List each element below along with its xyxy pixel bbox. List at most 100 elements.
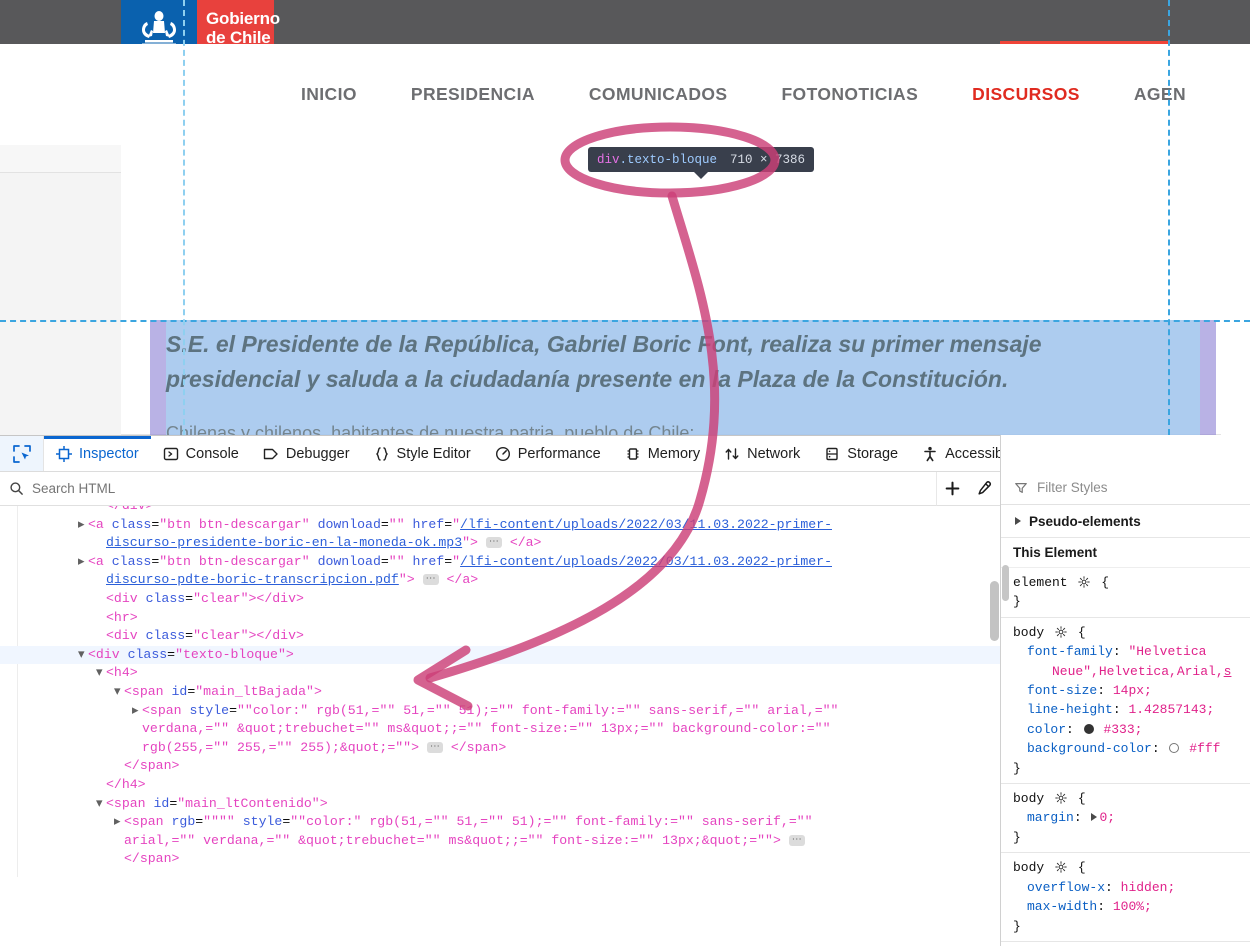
markup-line[interactable]: </span>: [0, 850, 1000, 869]
css-val-background-color[interactable]: #fff: [1189, 741, 1220, 756]
devtools-tab-list: Inspector Console Debugger: [44, 436, 1160, 471]
markup-line[interactable]: verdana,="" &quot;trebuchet="" ms&quot;;…: [0, 720, 1000, 739]
css-prop-max-width[interactable]: max-width: [1013, 897, 1097, 916]
markup-scrollbar[interactable]: [990, 581, 999, 641]
tab-console[interactable]: Console: [151, 436, 251, 471]
expand-text-icon[interactable]: ⋯: [486, 537, 502, 548]
markup-line[interactable]: <hr>: [0, 609, 1000, 628]
markup-line[interactable]: ▸<a class="btn btn-descargar" download="…: [0, 516, 1000, 535]
markup-view[interactable]: </div>▸<a class="btn btn-descargar" down…: [0, 506, 1000, 877]
css-val-color[interactable]: #333;: [1103, 722, 1142, 737]
nav-item-presidencia[interactable]: PRESIDENCIA: [384, 84, 562, 105]
gear-icon[interactable]: [1055, 626, 1067, 638]
pseudo-elements-label: Pseudo-elements: [1029, 514, 1141, 529]
tab-performance[interactable]: Performance: [483, 436, 613, 471]
filter-icon: [1014, 481, 1028, 495]
markup-line[interactable]: <div class="clear"></div>: [0, 590, 1000, 609]
css-selector-body-2: body: [1013, 791, 1044, 806]
css-prop-line-height[interactable]: line-height: [1013, 700, 1113, 719]
tooltip-tag-name: div: [597, 153, 620, 167]
css-val-overflow-x[interactable]: hidden;: [1121, 880, 1176, 895]
twisty-down-icon[interactable]: ▾: [96, 795, 106, 814]
nav-item-comunicados[interactable]: COMUNICADOS: [562, 84, 755, 105]
nav-item-agenda[interactable]: AGEN: [1107, 84, 1213, 105]
accessibility-icon: [922, 446, 938, 462]
twisty-down-icon[interactable]: ▾: [114, 683, 124, 702]
tab-style-editor-label: Style Editor: [397, 446, 471, 462]
expand-text-icon[interactable]: ⋯: [423, 574, 439, 585]
markup-line[interactable]: ▾<span id="main_ltBajada">: [0, 683, 1000, 702]
css-rule-body-html[interactable]: body, html {: [1001, 942, 1250, 946]
markup-line[interactable]: <div class="clear"></div>: [0, 627, 1000, 646]
twisty-right-icon[interactable]: ▸: [78, 553, 88, 572]
nav-item-inicio[interactable]: INICIO: [274, 84, 384, 105]
markup-line[interactable]: ▸<span style=""color:" rgb(51,="" 51,=""…: [0, 702, 1000, 721]
markup-line[interactable]: ▸<a class="btn btn-descargar" download="…: [0, 553, 1000, 572]
nav-item-fotonoticias[interactable]: FOTONOTICIAS: [754, 84, 945, 105]
color-swatch-white[interactable]: [1169, 743, 1179, 753]
eyedropper-button[interactable]: [971, 476, 997, 502]
css-val-margin[interactable]: 0;: [1099, 810, 1115, 825]
markup-line[interactable]: ▾<span id="main_ltContenido">: [0, 795, 1000, 814]
css-val-font-size[interactable]: 14px;: [1113, 683, 1152, 698]
colon: :: [1105, 880, 1113, 895]
css-val-max-width[interactable]: 100%;: [1113, 899, 1152, 914]
markup-line[interactable]: discurso-presidente-boric-en-la-moneda-o…: [0, 534, 1000, 553]
search-html-input[interactable]: [32, 481, 332, 496]
gear-icon[interactable]: [1055, 861, 1067, 873]
brace-open: {: [1078, 625, 1086, 640]
filter-styles-bar[interactable]: Filter Styles: [1001, 471, 1250, 505]
expand-text-icon[interactable]: ⋯: [789, 835, 805, 846]
tab-storage[interactable]: Storage: [812, 436, 910, 471]
tab-style-editor[interactable]: Style Editor: [362, 436, 483, 471]
css-prop-color[interactable]: color: [1013, 720, 1066, 739]
nav-item-discursos[interactable]: DISCURSOS: [945, 84, 1107, 105]
element-picker-button[interactable]: [0, 436, 44, 471]
css-prop-font-family[interactable]: font-family: [1013, 642, 1113, 661]
css-prop-background-color[interactable]: background-color: [1013, 739, 1152, 758]
colon: :: [1097, 683, 1105, 698]
twisty-down-icon[interactable]: ▾: [78, 646, 88, 665]
css-prop-font-size[interactable]: font-size: [1013, 681, 1097, 700]
pseudo-elements-section[interactable]: Pseudo-elements: [1001, 505, 1250, 538]
twisty-right-icon[interactable]: ▸: [114, 813, 124, 832]
markup-line[interactable]: ▸<span rgb="""" style=""color:" rgb(51,=…: [0, 813, 1000, 832]
gear-icon[interactable]: [1078, 576, 1090, 588]
markup-line[interactable]: ▾<div class="texto-bloque">: [0, 646, 1000, 665]
color-swatch-dark[interactable]: [1084, 724, 1094, 734]
css-rule-body-1[interactable]: body { font-family: "Helvetica Neue",Hel…: [1001, 618, 1250, 784]
twisty-down-icon[interactable]: ▾: [96, 664, 106, 683]
brace-close: }: [1013, 594, 1021, 609]
tab-network[interactable]: Network: [712, 436, 812, 471]
markup-line[interactable]: ▾<h4>: [0, 664, 1000, 683]
markup-line[interactable]: rgb(255,="" 255,="" 255);&quot;=""> ⋯ </…: [0, 739, 1000, 758]
tab-memory[interactable]: Memory: [613, 436, 712, 471]
expand-text-icon[interactable]: ⋯: [427, 742, 443, 753]
tooltip-dimensions: 710 × 7386: [730, 153, 805, 167]
logo-line-1: Gobierno: [206, 9, 280, 28]
tab-inspector-label: Inspector: [79, 446, 139, 462]
markup-line[interactable]: </div>: [0, 506, 1000, 516]
twisty-right-icon[interactable]: ▸: [132, 702, 142, 721]
tab-inspector[interactable]: Inspector: [44, 436, 151, 471]
css-prop-overflow-x[interactable]: overflow-x: [1013, 878, 1105, 897]
expand-margin-icon[interactable]: [1091, 813, 1097, 821]
markup-line[interactable]: </h4>: [0, 776, 1000, 795]
css-val-line-height[interactable]: 1.42857143;: [1128, 702, 1214, 717]
css-rule-element[interactable]: element { }: [1001, 568, 1250, 618]
tab-debugger[interactable]: Debugger: [251, 436, 362, 471]
add-node-button[interactable]: [940, 476, 966, 502]
search-html-bar[interactable]: [0, 472, 936, 506]
gear-icon[interactable]: [1055, 792, 1067, 804]
tooltip-selector: div.texto-bloque: [597, 153, 717, 167]
markup-line[interactable]: discurso-pdte-boric-transcripcion.pdf"> …: [0, 571, 1000, 590]
markup-line[interactable]: </span>: [0, 757, 1000, 776]
twisty-right-icon[interactable]: ▸: [78, 516, 88, 535]
tab-debugger-label: Debugger: [286, 446, 350, 462]
styles-scrollbar[interactable]: [1002, 565, 1009, 601]
css-rule-body-2[interactable]: body { margin: 0; }: [1001, 784, 1250, 853]
css-prop-margin[interactable]: margin: [1013, 808, 1074, 827]
css-rule-body-3[interactable]: body { overflow-x: hidden; max-width: 10…: [1001, 853, 1250, 942]
brace-close: }: [1013, 919, 1021, 934]
markup-line[interactable]: arial,="" verdana,="" &quot;trebuchet=""…: [0, 832, 1000, 851]
